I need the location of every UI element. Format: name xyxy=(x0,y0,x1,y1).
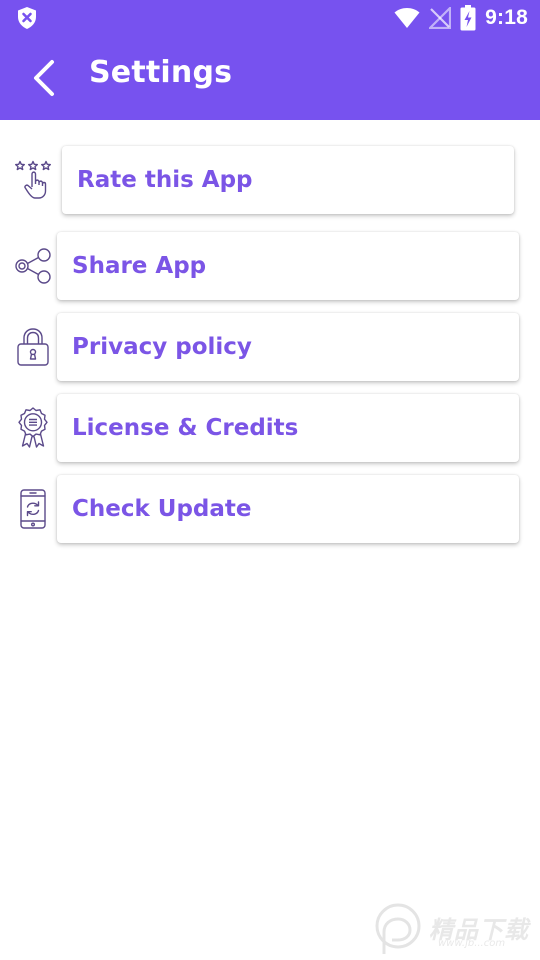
award-badge-icon xyxy=(16,406,50,453)
license-credits-button[interactable]: License & Credits xyxy=(57,394,519,462)
privacy-policy-button[interactable]: Privacy policy xyxy=(57,313,519,381)
shield-x-icon xyxy=(16,6,38,30)
rate-stars-tap-icon xyxy=(14,160,52,205)
rate-app-button[interactable]: Rate this App xyxy=(62,146,514,214)
license-credits-label: License & Credits xyxy=(72,415,299,441)
check-update-button[interactable]: Check Update xyxy=(57,475,519,543)
phone-refresh-icon xyxy=(19,489,47,534)
chevron-left-icon xyxy=(22,60,70,110)
padlock-icon xyxy=(16,327,50,372)
privacy-policy-label: Privacy policy xyxy=(72,334,252,360)
status-icons: 9:18 xyxy=(394,4,528,32)
back-button[interactable] xyxy=(22,50,70,106)
share-app-label: Share App xyxy=(72,253,207,279)
app-header: 9:18 Settings xyxy=(0,0,540,120)
share-app-button[interactable]: Share App xyxy=(57,232,519,300)
no-signal-icon xyxy=(429,7,452,29)
status-bar: 9:18 xyxy=(0,0,540,36)
wifi-icon xyxy=(394,7,420,29)
status-time: 9:18 xyxy=(485,6,528,29)
watermark: 精品下载 www.jb...com xyxy=(372,902,540,960)
share-nodes-icon xyxy=(14,246,52,291)
watermark-subtext: www.jb...com xyxy=(438,938,506,949)
page-title: Settings xyxy=(89,55,233,90)
battery-charging-icon xyxy=(460,5,476,31)
watermark-logo-icon xyxy=(372,903,426,960)
rate-app-label: Rate this App xyxy=(77,167,253,193)
check-update-label: Check Update xyxy=(72,496,252,522)
